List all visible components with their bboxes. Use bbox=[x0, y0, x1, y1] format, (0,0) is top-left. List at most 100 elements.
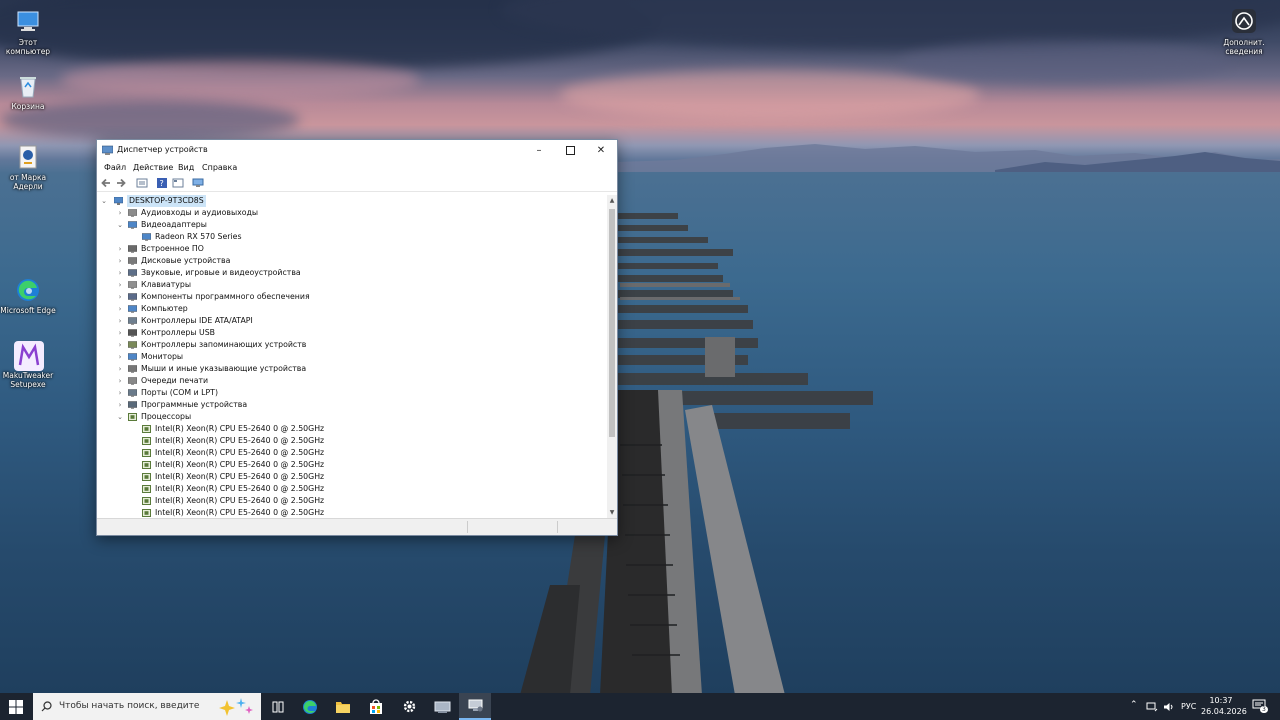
chevron-right-icon[interactable]: › bbox=[116, 351, 124, 363]
tree-item[interactable]: › Программные устройства bbox=[100, 399, 600, 411]
clock[interactable]: 10:37 26.04.2026 bbox=[1201, 695, 1247, 717]
tree-item[interactable]: ⌄ Процессоры bbox=[100, 411, 600, 423]
tree-root[interactable]: ⌄ DESKTOP-9T3CD8S bbox=[100, 195, 600, 207]
tree-item[interactable]: Radeon RX 570 Series bbox=[100, 231, 600, 243]
taskbar-edge[interactable] bbox=[294, 693, 326, 720]
taskbar-store[interactable] bbox=[360, 693, 392, 720]
chevron-right-icon[interactable]: › bbox=[116, 291, 124, 303]
tree-item[interactable]: › Мыши и иные указывающие устройства bbox=[100, 363, 600, 375]
processor-icon bbox=[142, 485, 151, 493]
help-icon[interactable]: ? bbox=[156, 177, 168, 189]
tree-item[interactable]: Intel(R) Xeon(R) CPU E5-2640 0 @ 2.50GHz bbox=[100, 507, 600, 518]
tree-item[interactable]: › Мониторы bbox=[100, 351, 600, 363]
tree-item[interactable]: › Компоненты программного обеспечения bbox=[100, 291, 600, 303]
view-icon[interactable] bbox=[172, 177, 184, 189]
chevron-right-icon[interactable]: › bbox=[116, 387, 124, 399]
tree-item[interactable]: Intel(R) Xeon(R) CPU E5-2640 0 @ 2.50GHz bbox=[100, 423, 600, 435]
title-bar[interactable]: Диспетчер устройств – ✕ bbox=[97, 140, 617, 161]
notification-badge: 3 bbox=[1260, 706, 1268, 713]
tree-item-label: Контроллеры запоминающих устройств bbox=[141, 340, 307, 349]
chevron-right-icon[interactable]: › bbox=[116, 303, 124, 315]
back-icon[interactable] bbox=[100, 177, 112, 189]
chevron-right-icon[interactable]: › bbox=[116, 339, 124, 351]
tree-item[interactable]: Intel(R) Xeon(R) CPU E5-2640 0 @ 2.50GHz bbox=[100, 483, 600, 495]
menu-action[interactable]: Действие bbox=[133, 163, 173, 172]
menu-view[interactable]: Вид bbox=[178, 163, 194, 172]
tree-item[interactable]: ⌄ Видеоадаптеры bbox=[100, 219, 600, 231]
desktop-icon-makutweaker[interactable]: MakuTweaker Setupexe bbox=[0, 341, 56, 389]
tree-root-label: DESKTOP-9T3CD8S bbox=[127, 195, 206, 207]
firmware-icon bbox=[128, 245, 137, 253]
tree-item[interactable]: › Контроллеры USB bbox=[100, 327, 600, 339]
tree-item[interactable]: › Компьютер bbox=[100, 303, 600, 315]
chevron-down-icon[interactable]: ⌄ bbox=[116, 219, 124, 231]
sound-icon bbox=[128, 269, 137, 277]
chevron-right-icon[interactable]: › bbox=[116, 375, 124, 387]
chevron-right-icon[interactable]: › bbox=[116, 315, 124, 327]
chevron-up-icon[interactable]: ⌃ bbox=[1130, 700, 1138, 710]
tree-item[interactable]: › Клавиатуры bbox=[100, 279, 600, 291]
tree-item[interactable]: › Звуковые, игровые и видеоустройства bbox=[100, 267, 600, 279]
volume-icon[interactable] bbox=[1163, 702, 1175, 712]
search-highlight-icon bbox=[219, 698, 253, 716]
chevron-right-icon[interactable]: › bbox=[116, 327, 124, 339]
chevron-right-icon[interactable]: › bbox=[116, 267, 124, 279]
tree-item[interactable]: Intel(R) Xeon(R) CPU E5-2640 0 @ 2.50GHz bbox=[100, 471, 600, 483]
search-box[interactable]: Чтобы начать поиск, введите bbox=[33, 693, 261, 720]
network-icon[interactable] bbox=[1146, 702, 1158, 712]
task-view-icon bbox=[272, 701, 284, 712]
notifications-button[interactable]: 3 bbox=[1252, 699, 1268, 713]
tree-item[interactable]: Intel(R) Xeon(R) CPU E5-2640 0 @ 2.50GHz bbox=[100, 435, 600, 447]
chevron-right-icon[interactable]: › bbox=[116, 399, 124, 411]
chevron-right-icon[interactable]: › bbox=[116, 279, 124, 291]
device-tree[interactable]: ⌄ DESKTOP-9T3CD8S › Аудиовходы и аудиовых… bbox=[98, 195, 604, 518]
tree-item[interactable]: › Контроллеры запоминающих устройств bbox=[100, 339, 600, 351]
tree-item[interactable]: › Аудиовходы и аудиовыходы bbox=[100, 207, 600, 219]
scrollbar-thumb[interactable] bbox=[609, 209, 615, 437]
desktop-icon-this-pc[interactable]: Этот компьютер bbox=[0, 8, 56, 56]
forward-icon[interactable] bbox=[115, 177, 127, 189]
tree-item[interactable]: › Порты (COM и LPT) bbox=[100, 387, 600, 399]
task-view-button[interactable] bbox=[262, 693, 294, 720]
chevron-right-icon[interactable]: › bbox=[116, 243, 124, 255]
info-widget[interactable]: Дополнит. сведения bbox=[1214, 8, 1274, 56]
disk-drive-icon bbox=[128, 257, 137, 265]
tree-item[interactable]: Intel(R) Xeon(R) CPU E5-2640 0 @ 2.50GHz bbox=[100, 459, 600, 471]
desktop-icon-shortcut[interactable]: от Марка Адерли bbox=[0, 143, 56, 191]
chevron-down-icon[interactable]: ⌄ bbox=[116, 411, 124, 423]
scroll-up-icon[interactable]: ▲ bbox=[607, 197, 617, 204]
vertical-scrollbar[interactable]: ▲ ▼ bbox=[607, 195, 617, 518]
tree-item[interactable]: Intel(R) Xeon(R) CPU E5-2640 0 @ 2.50GHz bbox=[100, 495, 600, 507]
properties-icon[interactable] bbox=[136, 177, 148, 189]
start-button[interactable] bbox=[0, 693, 32, 720]
scroll-down-icon[interactable]: ▼ bbox=[607, 509, 617, 516]
edge-icon bbox=[14, 276, 42, 304]
keyboard-icon bbox=[128, 281, 137, 289]
chevron-right-icon[interactable]: › bbox=[116, 255, 124, 267]
maximize-button[interactable] bbox=[555, 140, 585, 160]
taskbar-file-explorer[interactable] bbox=[327, 693, 359, 720]
tree-item[interactable]: › Контроллеры IDE ATA/ATAPI bbox=[100, 315, 600, 327]
device-manager-window[interactable]: Диспетчер устройств – ✕ Файл Действие Ви… bbox=[96, 139, 618, 536]
language-indicator[interactable]: РУС bbox=[1181, 702, 1196, 711]
chevron-right-icon[interactable]: › bbox=[116, 207, 124, 219]
taskbar-app[interactable] bbox=[426, 693, 458, 720]
desktop-icon-recycle-bin[interactable]: Корзина bbox=[0, 72, 56, 111]
tree-item[interactable]: Intel(R) Xeon(R) CPU E5-2640 0 @ 2.50GHz bbox=[100, 447, 600, 459]
close-button[interactable]: ✕ bbox=[586, 140, 616, 160]
tree-item[interactable]: › Дисковые устройства bbox=[100, 255, 600, 267]
taskbar-settings[interactable] bbox=[393, 693, 425, 720]
taskbar-device-manager[interactable] bbox=[459, 693, 491, 720]
minimize-button[interactable]: – bbox=[524, 140, 554, 160]
tree-item-label: Встроенное ПО bbox=[141, 244, 204, 253]
tree-item[interactable]: › Встроенное ПО bbox=[100, 243, 600, 255]
menu-file[interactable]: Файл bbox=[104, 163, 126, 172]
storage-controller-icon bbox=[128, 341, 137, 349]
chevron-right-icon[interactable]: › bbox=[116, 363, 124, 375]
tree-item[interactable]: › Очереди печати bbox=[100, 375, 600, 387]
desktop-icon-label: от Марка Адерли bbox=[9, 173, 47, 191]
desktop-icon-edge[interactable]: Microsoft Edge bbox=[0, 276, 56, 315]
scan-hardware-icon[interactable] bbox=[192, 177, 204, 189]
chevron-down-icon[interactable]: ⌄ bbox=[100, 195, 108, 207]
menu-help[interactable]: Справка bbox=[202, 163, 237, 172]
